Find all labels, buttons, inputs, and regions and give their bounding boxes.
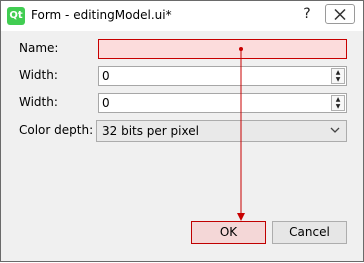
tab-order-arrow bbox=[237, 47, 245, 221]
dialog-window: Qt Form - editingModel.ui* ? Name: Width… bbox=[0, 0, 364, 262]
